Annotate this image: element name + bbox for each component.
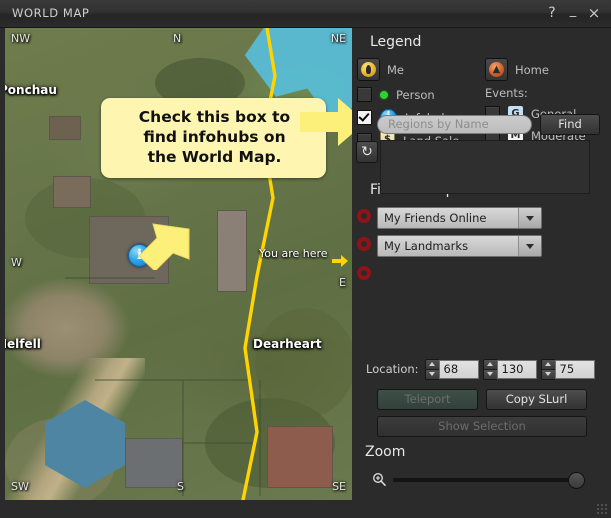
title-bar: WORLD MAP ? _ ×	[0, 0, 611, 28]
copy-slurl-button[interactable]: Copy SLurl	[486, 389, 587, 410]
region-label-ponchau: Ponchau	[5, 83, 57, 97]
landmarks-dropdown[interactable]: My Landmarks	[377, 235, 542, 257]
world-map-window: WORLD MAP ? _ ×	[0, 0, 611, 518]
tutorial-callout: Check this box to find infohubs on the W…	[101, 98, 326, 178]
region-label-helfell: Helfell	[5, 337, 41, 351]
location-row: Location: 68 130 75	[366, 358, 606, 380]
map-structure	[267, 426, 333, 488]
compass-label-n: N	[173, 32, 181, 45]
search-results-list[interactable]	[380, 140, 590, 194]
refresh-icon[interactable]: ↻	[356, 141, 378, 163]
you-are-here-arrow-icon	[332, 255, 348, 267]
close-button[interactable]: ×	[585, 4, 603, 22]
region-search-input[interactable]: Regions by Name	[377, 115, 532, 134]
location-z-stepper[interactable]: 75	[541, 359, 595, 380]
infohub-pointer-arrow-icon	[133, 222, 191, 270]
help-button[interactable]: ?	[543, 4, 561, 22]
location-z-field[interactable]: 75	[555, 360, 595, 379]
landmarks-value: My Landmarks	[378, 239, 518, 253]
teleport-button[interactable]: Teleport	[377, 389, 478, 410]
home-icon[interactable]: ▲	[485, 58, 508, 81]
legend-home-label: Home	[515, 63, 549, 77]
legend-me-label: Me	[387, 63, 404, 77]
chevron-down-icon[interactable]	[518, 208, 541, 228]
zoom-slider-thumb[interactable]	[568, 472, 585, 489]
me-icon[interactable]	[357, 58, 380, 81]
location-label: Location:	[366, 362, 419, 376]
person-checkbox[interactable]	[357, 87, 372, 102]
friends-online-dropdown[interactable]: My Friends Online	[377, 207, 542, 229]
location-y-stepper[interactable]: 130	[483, 359, 537, 380]
legend-me-row[interactable]: Me	[357, 58, 404, 81]
you-are-here-label: You are here	[259, 247, 328, 260]
events-group-label: Events:	[485, 86, 528, 100]
legend-item-person[interactable]: Person	[357, 87, 435, 102]
green-dot-icon	[380, 91, 388, 99]
find-landmarks-radio[interactable]	[357, 237, 371, 251]
compass-label-nw: NW	[11, 32, 30, 45]
map-structure	[217, 210, 247, 292]
resize-grip[interactable]	[596, 503, 608, 515]
find-button[interactable]: Find	[540, 114, 600, 135]
map-structure	[49, 116, 81, 140]
friends-online-value: My Friends Online	[378, 211, 518, 225]
minimize-button[interactable]: _	[564, 4, 582, 22]
events-label-text: Events:	[485, 86, 528, 100]
compass-label-se: SE	[332, 480, 346, 493]
location-x-arrows[interactable]	[425, 359, 439, 380]
legend-home-row[interactable]: ▲ Home	[485, 58, 549, 81]
compass-label-e: E	[339, 276, 346, 289]
infohub-checkbox[interactable]	[357, 110, 372, 125]
location-z-arrows[interactable]	[541, 359, 555, 380]
location-y-field[interactable]: 130	[497, 360, 537, 379]
legend-title: Legend	[370, 34, 421, 50]
tutorial-callout-text: Check this box to find infohubs on the W…	[113, 108, 316, 167]
location-y-arrows[interactable]	[483, 359, 497, 380]
location-x-field[interactable]: 68	[439, 360, 479, 379]
legend-person-label: Person	[396, 88, 435, 102]
chevron-down-icon[interactable]	[518, 236, 541, 256]
window-title: WORLD MAP	[12, 6, 89, 20]
magnifier-plus-icon	[372, 472, 386, 486]
find-friends-radio[interactable]	[357, 209, 371, 223]
zoom-slider-track[interactable]	[393, 478, 577, 482]
map-side-panel: Legend Me ▲ Home Person i Infohub $ Land…	[352, 28, 611, 518]
zoom-title: Zoom	[365, 444, 405, 460]
compass-label-w: W	[11, 256, 22, 269]
map-structure	[125, 438, 183, 488]
find-regions-radio[interactable]	[357, 266, 371, 280]
show-selection-button[interactable]: Show Selection	[377, 416, 587, 437]
location-x-stepper[interactable]: 68	[425, 359, 479, 380]
map-structure	[53, 176, 91, 208]
